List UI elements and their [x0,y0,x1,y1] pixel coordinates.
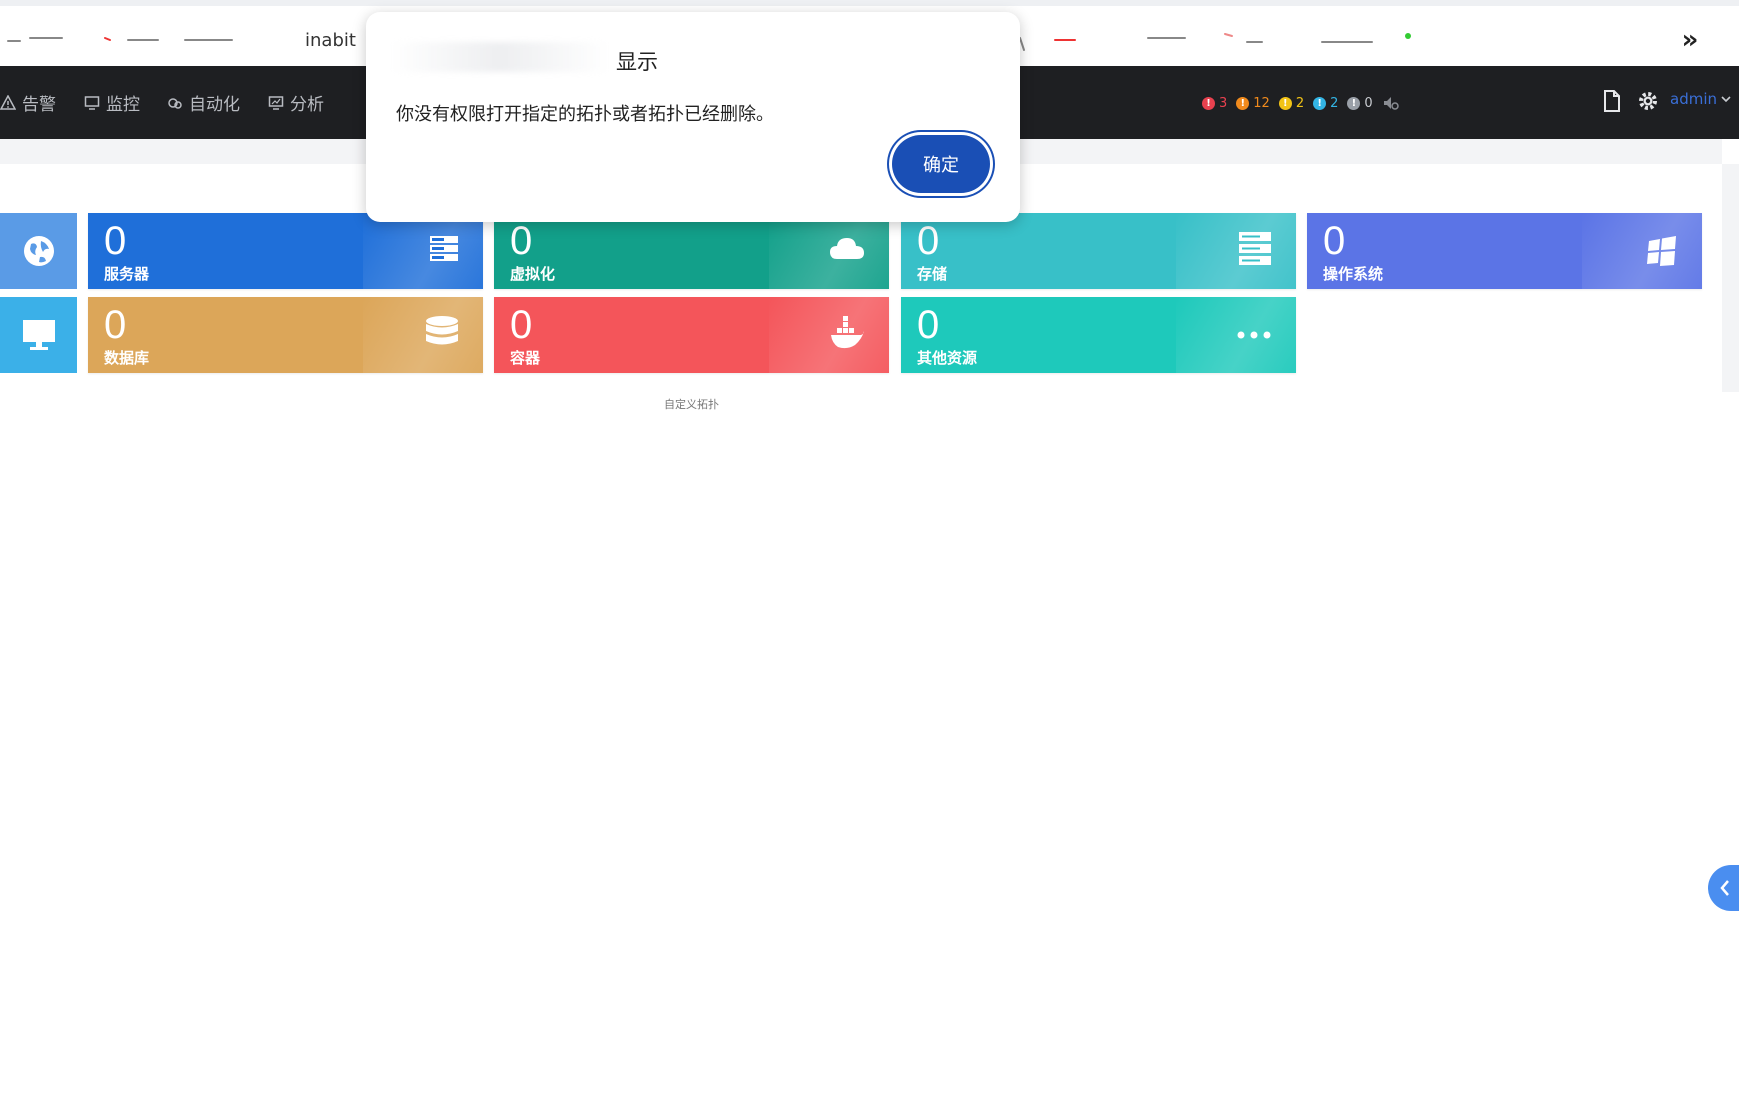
alert-critical-count: 3 [1219,95,1228,111]
alert-dialog: 显示 你没有权限打开指定的拓扑或者拓扑已经删除。 确定 [366,12,1020,222]
alert-summary[interactable]: ! 3 ! 12 ! 2 ! 2 ! 0 [1202,92,1400,114]
alert-major-icon: ! [1236,96,1250,110]
scrollbar-track[interactable] [1722,164,1739,392]
bookmarks-overflow-icon[interactable]: » [1676,25,1704,55]
desktop-tile[interactable] [0,297,77,373]
database-tile[interactable]: 0 数据库 [88,297,483,373]
tile-count: 0 [917,303,940,347]
dialog-message: 你没有权限打开指定的拓扑或者拓扑已经删除。 [396,104,774,125]
chevron-left-icon [1720,880,1729,896]
desktop-icon [22,320,55,350]
server-tile[interactable]: 0 服务器 [88,213,483,289]
tile-gloss [1582,213,1702,289]
virtualization-tile[interactable]: 0 虚拟化 [494,213,889,289]
tile-count: 0 [917,219,940,263]
server-icon [430,236,458,261]
nav-item-label: 自动化 [189,95,240,115]
container-tile[interactable]: 0 容器 [494,297,889,373]
alert-major-count: 12 [1253,95,1270,111]
alert-warning-count: 2 [1330,95,1339,111]
tile-label: 容器 [510,349,541,367]
nav-item-label: 告警 [22,95,56,115]
monitor-icon [84,95,100,110]
user-menu[interactable]: admin [1670,90,1732,108]
more-icon [1237,331,1271,339]
tile-gloss [1176,213,1296,289]
automation-icon [168,97,182,109]
tile-count: 0 [104,219,127,263]
gear-icon[interactable] [1637,90,1659,112]
tile-gloss [363,213,483,289]
alert-critical-icon: ! [1202,96,1215,110]
alert-warning-icon: ! [1313,96,1327,110]
user-name: admin [1670,90,1717,108]
analysis-icon [268,95,284,110]
other-resources-tile[interactable]: 0 其他资源 [901,297,1296,373]
nav-item-alerts[interactable]: 告警 [0,66,56,139]
chevron-down-icon [1721,96,1731,103]
nav-item-automation[interactable]: 自动化 [167,66,240,139]
nav-item-label: 监控 [106,95,140,115]
custom-topology-label[interactable]: 自定义拓扑 [664,396,719,412]
database-icon [426,316,458,345]
tile-count: 0 [1323,219,1346,263]
tile-count: 0 [510,219,533,263]
nav-item-analysis[interactable]: 分析 [268,66,324,139]
tile-label: 存储 [917,265,948,283]
mute-icon[interactable] [1382,94,1400,112]
tile-label: 其他资源 [917,349,978,367]
warning-icon [0,94,16,110]
alert-minor-icon: ! [1278,96,1292,110]
tile-label: 数据库 [104,349,150,367]
dialog-title: 显示 [616,50,658,74]
dialog-origin-blurred [390,42,610,72]
alert-info-count: 0 [1364,95,1373,111]
nav-item-label: 分析 [290,95,324,115]
tile-count: 0 [510,303,533,347]
os-tile[interactable]: 0 操作系统 [1307,213,1702,289]
bookmark-label[interactable]: inabit [305,30,356,51]
globe-icon [23,236,54,266]
alert-minor-count: 2 [1295,95,1305,111]
tile-label: 操作系统 [1323,265,1384,283]
tile-count: 0 [104,303,127,347]
nav-item-monitor[interactable]: 监控 [84,66,140,139]
docker-icon [831,316,864,349]
tile-label: 服务器 [104,265,150,283]
tile-label: 虚拟化 [510,265,556,283]
document-icon[interactable] [1603,90,1621,112]
tile-gloss [363,297,483,373]
cloud-icon [830,238,864,259]
network-tile[interactable] [0,213,77,289]
storage-tile[interactable]: 0 存储 [901,213,1296,289]
alert-info-icon: ! [1347,96,1361,110]
storage-icon [1239,232,1271,265]
ok-button[interactable]: 确定 [892,135,990,193]
windows-icon [1647,236,1676,266]
